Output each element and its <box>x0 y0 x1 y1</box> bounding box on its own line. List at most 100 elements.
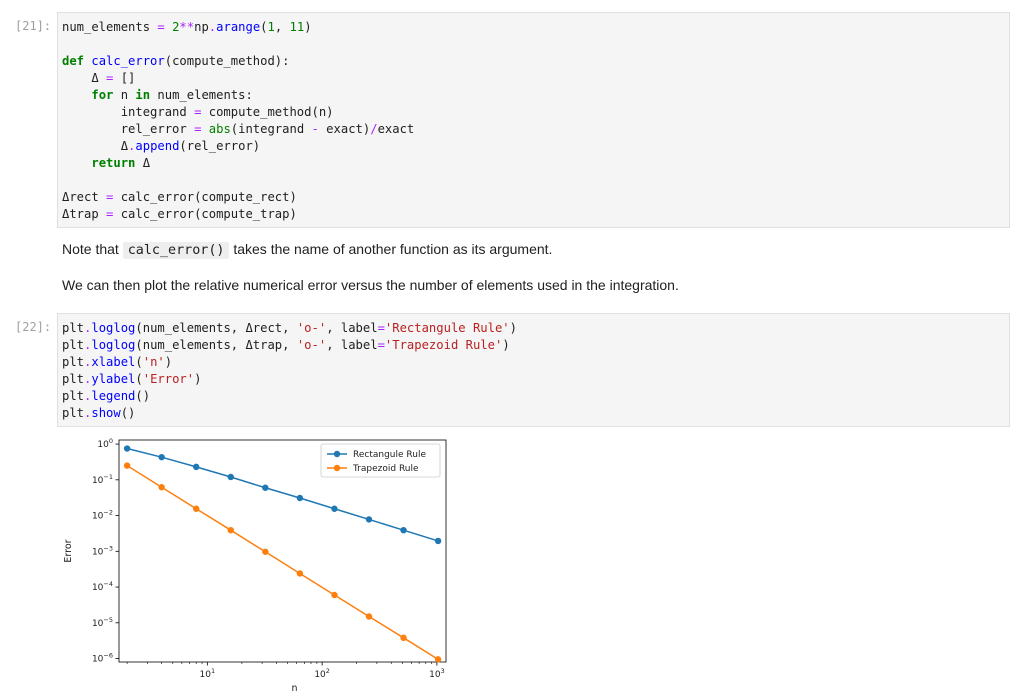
code-token: exact <box>377 122 415 136</box>
note-suffix: takes the name of another function as it… <box>229 241 553 257</box>
code-line: plt.show() <box>62 405 1009 422</box>
y-tick-label: 100 <box>97 437 113 450</box>
code-token: 'o-' <box>296 321 327 335</box>
code-token: abs <box>208 122 231 136</box>
code-token: exact) <box>318 122 371 136</box>
y-tick-label: 10−5 <box>92 616 113 629</box>
data-point <box>123 445 131 452</box>
code-token: return <box>91 156 136 170</box>
code-token: ) <box>164 355 173 369</box>
code-token: 'Rectangule Rule' <box>384 321 510 335</box>
legend-label: Rectangule Rule <box>353 450 426 460</box>
code-token: plt <box>62 406 85 420</box>
code-token: (num_elements, Δrect, <box>135 321 297 335</box>
y-axis-label: Error <box>63 539 74 562</box>
code-token: plt <box>62 321 85 335</box>
code-token: / <box>370 122 378 136</box>
code-cell-22[interactable]: plt.loglog(num_elements, Δrect, 'o-', la… <box>57 313 1010 427</box>
cell-21-prompt: [21]: <box>15 19 52 33</box>
code-token: ) <box>502 338 510 352</box>
data-point <box>227 473 234 481</box>
code-token: for <box>91 88 114 102</box>
code-token: , label <box>326 338 378 352</box>
code-token: arange <box>216 20 261 34</box>
code-token: loglog <box>91 321 136 335</box>
legend-marker <box>333 464 341 472</box>
code-token: 'o-' <box>296 338 327 352</box>
code-token: Δ <box>135 156 151 170</box>
code-token: plt <box>62 355 85 369</box>
code-token: Δrect <box>62 190 107 204</box>
code-token: num_elements <box>62 20 158 34</box>
data-point <box>262 484 269 491</box>
data-point <box>365 613 373 620</box>
code-line: plt.loglog(num_elements, Δtrap, 'o-', la… <box>62 337 1009 354</box>
data-point <box>434 656 442 663</box>
code-cell-22-source[interactable]: plt.loglog(num_elements, Δrect, 'o-', la… <box>58 320 1009 422</box>
markdown-plot-text: We can then plot the relative numerical … <box>62 277 679 293</box>
code-line: rel_error = abs(integrand - exact)/exact <box>62 121 1009 138</box>
code-token: calc_error <box>91 54 165 68</box>
data-point <box>365 516 373 523</box>
code-token: calc_error(compute_trap) <box>113 207 297 221</box>
code-line: Δ.append(rel_error) <box>62 138 1009 155</box>
code-token: rel_error <box>62 122 195 136</box>
code-token: loglog <box>91 338 136 352</box>
cell-22-prompt: [22]: <box>15 320 52 334</box>
code-token: ( <box>135 355 143 369</box>
code-token: () <box>135 389 151 403</box>
code-token: integrand <box>62 105 195 119</box>
data-point <box>331 505 338 512</box>
code-line: Δtrap = calc_error(compute_trap) <box>62 206 1009 223</box>
data-point <box>158 484 165 491</box>
code-token: () <box>120 406 136 420</box>
code-token: = <box>157 20 165 34</box>
x-tick-label: 102 <box>314 667 330 680</box>
legend-marker <box>333 450 341 458</box>
y-tick-label: 10−1 <box>92 473 113 486</box>
code-token: np <box>194 20 209 34</box>
code-token: num_elements: <box>150 88 253 102</box>
legend-label: Trapezoid Rule <box>352 464 419 474</box>
code-token: = <box>377 321 385 335</box>
code-token: , label <box>326 321 378 335</box>
inline-code-calc-error: calc_error() <box>122 242 230 259</box>
data-point <box>434 537 442 545</box>
code-token: 1 <box>267 20 275 34</box>
code-token: Δtrap <box>62 207 107 221</box>
code-line: plt.ylabel('Error') <box>62 371 1009 388</box>
code-token: (compute_method): <box>164 54 290 68</box>
code-token: show <box>91 406 121 420</box>
y-tick-label: 10−2 <box>92 509 113 522</box>
code-token: (num_elements, Δtrap, <box>135 338 297 352</box>
code-token: = <box>377 338 385 352</box>
x-axis-label: n <box>291 683 297 694</box>
code-token: Δ <box>62 139 129 153</box>
code-token: 'n' <box>142 355 165 369</box>
code-token: ylabel <box>91 372 136 386</box>
code-cell-21-source[interactable]: num_elements = 2**np.arange(1, 11) def ca… <box>58 19 1009 223</box>
code-token: ( <box>135 372 143 386</box>
code-token: xlabel <box>91 355 136 369</box>
code-line: plt.legend() <box>62 388 1009 405</box>
y-tick-label: 10−6 <box>92 652 113 665</box>
code-token: 11 <box>289 20 305 34</box>
code-token: ) <box>304 20 312 34</box>
code-token: def <box>62 54 85 68</box>
code-token: (integrand <box>230 122 312 136</box>
code-token: Δ <box>62 71 107 85</box>
data-point <box>227 526 234 534</box>
y-tick-label: 10−3 <box>92 544 113 557</box>
y-tick-label: 10−4 <box>92 580 113 593</box>
code-line: Δrect = calc_error(compute_rect) <box>62 189 1009 206</box>
code-token: 'Trapezoid Rule' <box>384 338 503 352</box>
code-token: ) <box>509 321 517 335</box>
code-cell-21[interactable]: num_elements = 2**np.arange(1, 11) def ca… <box>57 12 1010 228</box>
code-line: plt.loglog(num_elements, Δrect, 'o-', la… <box>62 320 1009 337</box>
code-token: - <box>311 122 319 136</box>
